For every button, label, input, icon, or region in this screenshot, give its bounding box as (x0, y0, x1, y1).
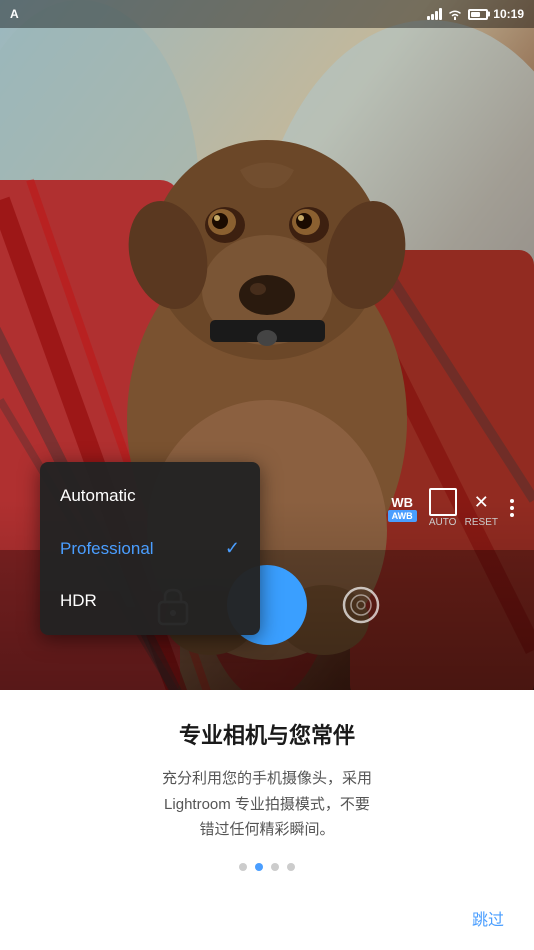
menu-item-automatic[interactable]: Automatic (40, 470, 260, 522)
status-bar: A 10:19 (0, 0, 534, 28)
page-dot-1[interactable] (255, 863, 263, 871)
status-a-icon: A (10, 7, 19, 21)
awb-badge: AWB (388, 510, 417, 522)
wb-label: WB (391, 495, 413, 510)
menu-item-professional[interactable]: Professional ✓ (40, 522, 260, 575)
bottom-description: 充分利用您的手机摄像头，采用Lightroom 专业拍摄模式，不要错过任何精彩瞬… (162, 766, 372, 843)
lens-btn[interactable] (337, 581, 385, 629)
x-icon: ✕ (467, 489, 495, 517)
lens-icon (341, 585, 381, 625)
page-dot-3[interactable] (287, 863, 295, 871)
focus-square-icon (429, 488, 457, 516)
page-dot-0[interactable] (239, 863, 247, 871)
mode-dropdown: Automatic Professional ✓ HDR (40, 462, 260, 635)
check-icon: ✓ (225, 538, 240, 559)
more-options-btn[interactable] (510, 494, 514, 522)
menu-item-hdr[interactable]: HDR (40, 575, 260, 627)
menu-item-automatic-label: Automatic (60, 486, 136, 506)
page-dot-2[interactable] (271, 863, 279, 871)
status-right: 10:19 (427, 7, 524, 21)
battery-icon (468, 9, 488, 20)
bottom-title: 专业相机与您常伴 (179, 718, 355, 750)
signal-icon (427, 8, 442, 20)
skip-button[interactable]: 跳过 (472, 906, 504, 930)
wifi-icon (447, 8, 463, 20)
screen: A 10:19 WB AWB (0, 0, 534, 950)
auto-label: AUTO (429, 517, 457, 528)
auto-focus-btn[interactable]: AUTO (429, 488, 457, 528)
wb-control[interactable]: WB AWB (388, 495, 417, 522)
time-display: 10:19 (493, 7, 524, 21)
menu-item-hdr-label: HDR (60, 591, 97, 611)
page-dots (239, 863, 295, 871)
menu-item-professional-label: Professional (60, 539, 154, 559)
reset-btn[interactable]: ✕ RESET (465, 489, 498, 528)
bottom-section: 专业相机与您常伴 充分利用您的手机摄像头，采用Lightroom 专业拍摄模式，… (0, 690, 534, 950)
reset-label: RESET (465, 517, 498, 528)
